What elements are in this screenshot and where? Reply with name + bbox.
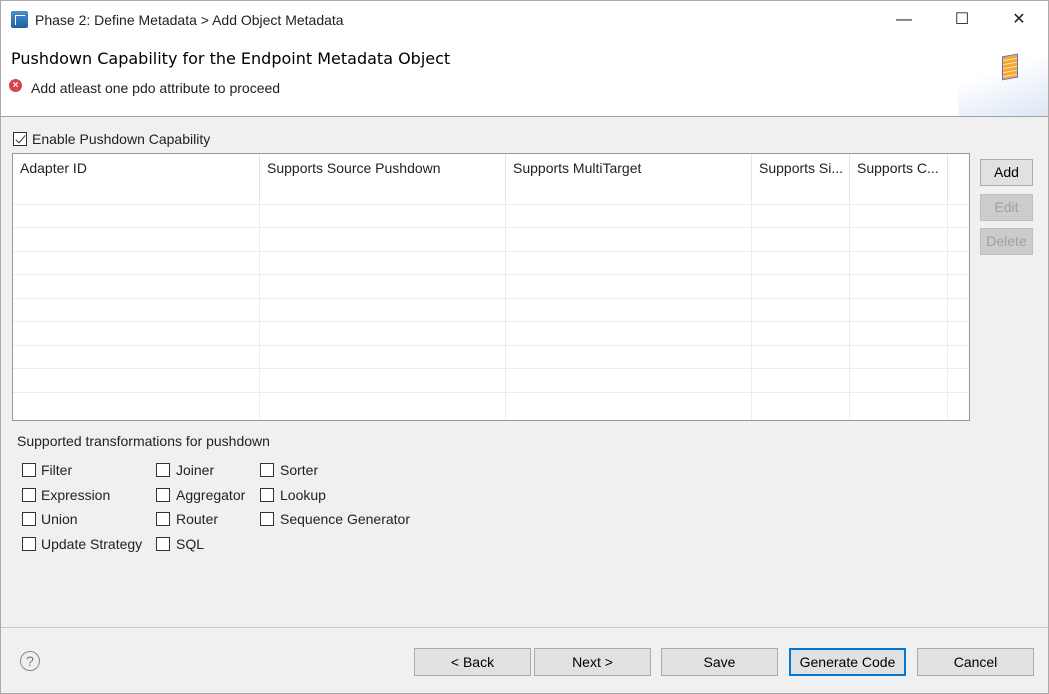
aggregator-checkbox[interactable] [156,488,170,502]
adapter-table[interactable]: Adapter ID Supports Source Pushdown Supp… [12,153,970,421]
banner [958,39,1048,116]
table-icon [1002,53,1018,81]
sorter-checkbox[interactable] [260,463,274,477]
router-label: Router [176,511,219,527]
union-label: Union [41,511,78,527]
help-icon[interactable]: ? [20,651,40,671]
union-checkbox[interactable] [22,512,36,526]
minimize-button[interactable]: — [881,5,927,35]
sequence-generator-label: Sequence Generator [280,511,410,527]
lookup-label: Lookup [280,487,326,503]
aggregator-label: Aggregator [176,487,246,503]
window-title: Phase 2: Define Metadata > Add Object Me… [35,12,344,28]
joiner-checkbox[interactable] [156,463,170,477]
cancel-button[interactable]: Cancel [917,648,1034,676]
sorter-label: Sorter [280,462,319,478]
filter-checkbox[interactable] [22,463,36,477]
maximize-button[interactable]: ☐ [939,5,985,35]
column-header-supports-c[interactable]: Supports C... [850,154,948,203]
generate-code-button[interactable]: Generate Code [789,648,906,676]
enable-pushdown-label: Enable Pushdown Capability [32,131,211,147]
column-header-adapter-id[interactable]: Adapter ID [13,154,260,203]
enable-pushdown-checkbox[interactable] [13,132,27,146]
back-button[interactable]: < Back [414,648,531,676]
app-icon [11,11,28,28]
sql-label: SQL [176,536,205,552]
title-bar: Phase 2: Define Metadata > Add Object Me… [1,1,1048,39]
update-strategy-label: Update Strategy [41,536,143,552]
column-header-source-pushdown[interactable]: Supports Source Pushdown [260,154,506,203]
dialog-window: Phase 2: Define Metadata > Add Object Me… [0,0,1049,694]
expression-checkbox[interactable] [22,488,36,502]
transformations-label: Supported transformations for pushdown [17,433,270,449]
expression-label: Expression [41,487,111,503]
lookup-checkbox[interactable] [260,488,274,502]
edit-button[interactable]: Edit [980,194,1033,221]
error-icon: × [9,79,22,92]
error-message: Add atleast one pdo attribute to proceed [31,80,281,96]
page-title: Pushdown Capability for the Endpoint Met… [11,49,451,68]
footer-divider [1,627,1048,628]
sequence-generator-checkbox[interactable] [260,512,274,526]
delete-button[interactable]: Delete [980,228,1033,255]
sql-checkbox[interactable] [156,537,170,551]
update-strategy-checkbox[interactable] [22,537,36,551]
wizard-header: Pushdown Capability for the Endpoint Met… [1,39,1048,117]
filter-label: Filter [41,462,73,478]
next-button[interactable]: Next > [534,648,651,676]
close-button[interactable]: ✕ [996,5,1042,35]
joiner-label: Joiner [176,462,215,478]
router-checkbox[interactable] [156,512,170,526]
add-button[interactable]: Add [980,159,1033,186]
column-header-multitarget[interactable]: Supports MultiTarget [506,154,752,203]
save-button[interactable]: Save [661,648,778,676]
column-header-supports-si[interactable]: Supports Si... [752,154,850,203]
